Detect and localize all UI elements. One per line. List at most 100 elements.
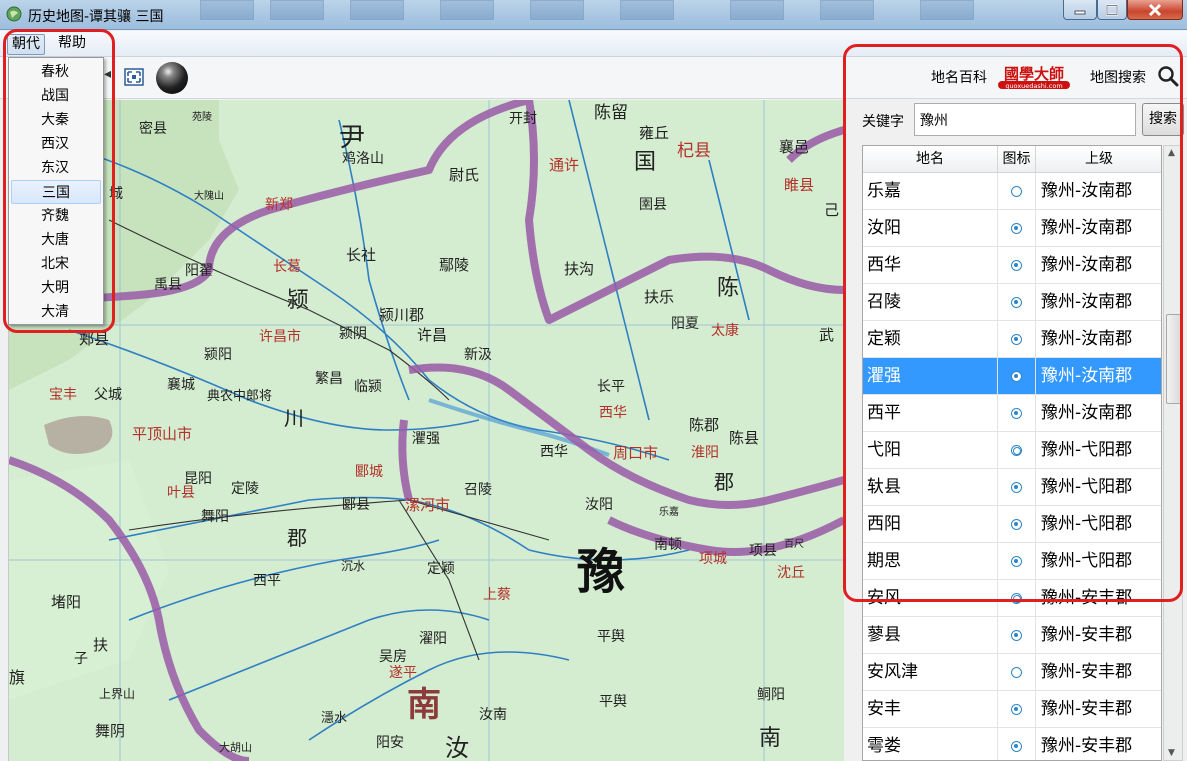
table-row[interactable]: 安丰 豫州-安丰郡	[863, 691, 1161, 728]
map-place-label[interactable]: 鲖阳	[757, 688, 785, 702]
map-place-label[interactable]: 汝阳	[585, 498, 613, 512]
globe-icon[interactable]	[156, 62, 188, 94]
map-place-label[interactable]: 子	[74, 652, 88, 666]
table-row[interactable]: 期思 豫州-弋阳郡	[863, 543, 1161, 580]
map-place-label[interactable]: 阳翟	[185, 264, 213, 278]
table-row[interactable]: 定颖 豫州-汝南郡	[863, 321, 1161, 358]
map-place-label[interactable]: 长社	[346, 248, 376, 263]
menu-help[interactable]: 帮助	[54, 34, 90, 55]
map-place-label[interactable]: 濯阳	[419, 632, 447, 646]
map-search-link[interactable]: 地图搜索	[1090, 67, 1146, 87]
toolbar-partial-icon[interactable]: ◂	[104, 66, 111, 82]
map-place-label[interactable]: 汝南	[479, 708, 507, 722]
map-place-label[interactable]: 漯河市	[405, 498, 450, 513]
dynasty-menu-item[interactable]: 大明	[11, 276, 101, 300]
map-place-label[interactable]: 郾县	[342, 498, 370, 512]
map-place-label[interactable]: 舞阳	[201, 510, 229, 524]
scroll-up-icon[interactable]: ▲	[1168, 148, 1178, 158]
map-place-label[interactable]: 繁昌	[315, 372, 343, 386]
table-row[interactable]: 安风津 豫州-安丰郡	[863, 654, 1161, 691]
dynasty-menu-item[interactable]: 齐魏	[11, 204, 101, 228]
map-place-label[interactable]: 陈	[717, 278, 739, 300]
menu-dynasty[interactable]: 朝代	[7, 34, 45, 55]
map-place-label[interactable]: 新郑	[265, 198, 293, 212]
map-place-label[interactable]: 吴房	[379, 650, 407, 664]
map-place-label[interactable]: 沈丘	[777, 566, 805, 580]
map-place-label[interactable]: 颍川郡	[379, 308, 424, 323]
map-place-label[interactable]: 开封	[509, 112, 537, 126]
map-place-label[interactable]: 定颖	[427, 562, 455, 576]
map-place-label[interactable]: 灈强	[412, 432, 440, 446]
table-row[interactable]: 召陵 豫州-汝南郡	[863, 284, 1161, 321]
map-place-label[interactable]: 郏县	[79, 332, 109, 347]
map-place-label[interactable]: 阳安	[376, 736, 404, 750]
map-place-label[interactable]: 临颍	[354, 380, 382, 394]
map-place-label[interactable]: 鸡洛山	[342, 152, 384, 166]
map-place-label[interactable]: 鄢陵	[439, 258, 469, 273]
map-place-label[interactable]: 遂平	[389, 666, 417, 680]
map-place-label[interactable]: 通许	[549, 158, 579, 173]
map-place-label[interactable]: 苑陵	[192, 113, 212, 123]
map-place-label[interactable]: 舞阴	[95, 724, 125, 739]
table-row[interactable]: 西华 豫州-汝南郡	[863, 247, 1161, 284]
map-place-label[interactable]: 南顿	[654, 538, 682, 552]
map-place-label[interactable]: 濦水	[321, 712, 347, 725]
map-place-label[interactable]: 西华	[599, 406, 627, 420]
map-place-label[interactable]: 平舆	[597, 630, 625, 644]
map-place-label[interactable]: 扶乐	[644, 290, 674, 305]
table-scrollbar[interactable]: ▲ ▼	[1163, 145, 1183, 761]
map-place-label[interactable]: 杞县	[677, 143, 711, 160]
map-place-label[interactable]: 陈郡	[689, 418, 719, 433]
map-place-label[interactable]: 颍阴	[339, 327, 367, 341]
map-place-label[interactable]: 汝	[445, 736, 469, 760]
map-place-label[interactable]: 雍丘	[639, 126, 669, 141]
map-place-label[interactable]: 睢县	[784, 178, 814, 193]
map-place-label[interactable]: 国	[634, 152, 656, 174]
scrollbar-thumb[interactable]	[1166, 314, 1181, 404]
dynasty-menu-item[interactable]: 战国	[11, 84, 101, 108]
map-place-label[interactable]: 太康	[711, 324, 739, 338]
table-row[interactable]: 汝阳 豫州-汝南郡	[863, 210, 1161, 247]
dynasty-menu-item[interactable]: 北宋	[11, 252, 101, 276]
map-place-label[interactable]: 叶县	[167, 486, 195, 500]
map-place-label[interactable]: 沉水	[341, 560, 365, 572]
column-header-icon[interactable]: 图标	[998, 146, 1036, 173]
map-place-label[interactable]: 扶沟	[564, 262, 594, 277]
map-place-label[interactable]: 定陵	[231, 482, 259, 496]
dynasty-menu-item[interactable]: 西汉	[11, 132, 101, 156]
map-place-label[interactable]: 颍	[287, 290, 309, 312]
map-place-label[interactable]: 郡	[287, 528, 307, 548]
search-icon[interactable]	[1157, 65, 1179, 87]
map-place-label[interactable]: 许昌市	[259, 330, 301, 344]
map-place-label[interactable]: 西平	[253, 574, 281, 588]
map-place-label[interactable]: 昆阳	[184, 472, 212, 486]
map-place-label[interactable]: 旗	[9, 670, 25, 686]
map-place-label[interactable]: 淮阳	[691, 446, 719, 460]
table-row[interactable]: 西阳 豫州-弋阳郡	[863, 506, 1161, 543]
dynasty-menu-item[interactable]: 春秋	[11, 60, 101, 84]
table-row[interactable]: 西平 豫州-汝南郡	[863, 395, 1161, 432]
table-row[interactable]: 灈强 豫州-汝南郡	[863, 358, 1161, 395]
map-place-label[interactable]: 项城	[699, 552, 727, 566]
table-row[interactable]: 雩娄 豫州-安丰郡	[863, 728, 1161, 760]
table-row[interactable]: 弋阳 豫州-弋阳郡	[863, 432, 1161, 469]
search-button[interactable]: 搜索	[1142, 103, 1184, 136]
map-place-label[interactable]: 阳夏	[671, 317, 699, 331]
map-place-label[interactable]: 平舆	[599, 695, 627, 709]
map-place-label[interactable]: 己	[824, 203, 839, 218]
dynasty-menu-item[interactable]: 大唐	[11, 228, 101, 252]
map-place-label[interactable]: 堵阳	[51, 595, 81, 610]
dynasty-menu-item[interactable]: 东汉	[11, 156, 101, 180]
map-place-label[interactable]: 新汲	[464, 348, 492, 362]
map-place-label[interactable]: 颍阳	[204, 348, 232, 362]
map-place-label[interactable]: 平顶山市	[132, 427, 192, 442]
keyword-input[interactable]	[914, 103, 1136, 136]
map-place-label[interactable]: 南	[407, 688, 441, 722]
map-place-label[interactable]: 豫	[577, 548, 625, 596]
table-row[interactable]: 轪县 豫州-弋阳郡	[863, 469, 1161, 506]
map-place-label[interactable]: 武	[819, 328, 834, 343]
table-row[interactable]: 蓼县 豫州-安丰郡	[863, 617, 1161, 654]
column-header-parent[interactable]: 上级	[1036, 146, 1161, 173]
dynasty-menu-item[interactable]: 大秦	[11, 108, 101, 132]
baike-link[interactable]: 地名百科	[931, 67, 987, 87]
